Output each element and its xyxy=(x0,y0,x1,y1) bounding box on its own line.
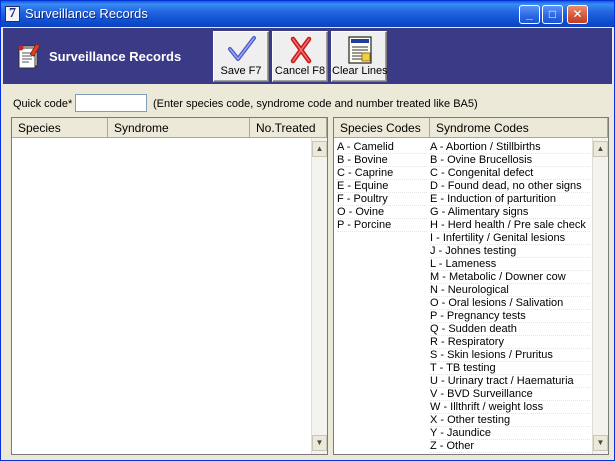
save-button-label: Save F7 xyxy=(220,65,262,77)
species-code-item: E - Equine xyxy=(337,180,427,193)
scroll-down-arrow-icon[interactable]: ▼ xyxy=(312,435,327,451)
header-band: Surveillance Records Save F7 Cancel F8 C… xyxy=(3,28,612,84)
quick-code-label: Quick code* xyxy=(13,98,73,110)
quick-code-hint: (Enter species code, syndrome code and n… xyxy=(153,98,478,110)
syndrome-code-item: L - Lameness xyxy=(430,258,590,271)
main-window: 7 Surveillance Records _ □ ✕ Surveillanc… xyxy=(0,0,615,461)
scroll-up-arrow-icon[interactable]: ▲ xyxy=(312,141,327,157)
x-icon xyxy=(290,36,312,64)
syndrome-code-item: Z - Other xyxy=(430,440,590,453)
syndrome-code-item: B - Ovine Brucellosis xyxy=(430,154,590,167)
species-codes-list: A - Camelid B - Bovine C - Caprine E - Equi… xyxy=(337,141,427,232)
check-icon xyxy=(228,36,256,61)
syndrome-code-item: O - Oral lesions / Salivation xyxy=(430,297,590,310)
clear-lines-button[interactable]: Clear Lines xyxy=(331,31,388,82)
syndrome-codes-list: A - Abortion / Stillbirths B - Ovine Bruc… xyxy=(430,141,590,453)
syndrome-code-item: J - Johnes testing xyxy=(430,245,590,258)
codes-table[interactable]: Species Codes Syndrome Codes A - Camelid… xyxy=(333,117,609,455)
window-title: Surveillance Records xyxy=(25,6,148,21)
records-icon xyxy=(18,43,41,69)
cancel-button[interactable]: Cancel F8 xyxy=(272,31,328,82)
syndrome-code-item: R - Respiratory xyxy=(430,336,590,349)
save-button[interactable]: Save F7 xyxy=(213,31,269,82)
syndrome-code-item: S - Skin lesions / Pruritus xyxy=(430,349,590,362)
syndrome-code-item: G - Alimentary signs xyxy=(430,206,590,219)
species-code-item: F - Poultry xyxy=(337,193,427,206)
syndrome-code-item: I - Infertility / Genital lesions xyxy=(430,232,590,245)
codes-scrollbar[interactable]: ▲ ▼ xyxy=(592,138,608,454)
syndrome-code-item: X - Other testing xyxy=(430,414,590,427)
syndrome-code-item: W - Illthrift / weight loss xyxy=(430,401,590,414)
clear-lines-button-label: Clear Lines xyxy=(332,65,388,77)
species-code-item: O - Ovine xyxy=(337,206,427,219)
app-icon[interactable]: 7 xyxy=(5,6,20,22)
species-code-item: C - Caprine xyxy=(337,167,427,180)
cancel-button-label: Cancel F8 xyxy=(274,65,326,77)
syndrome-code-item: A - Abortion / Stillbirths xyxy=(430,141,590,154)
header-title: Surveillance Records xyxy=(49,49,182,64)
syndrome-code-item: C - Congenital defect xyxy=(430,167,590,180)
close-button[interactable]: ✕ xyxy=(567,5,588,24)
syndrome-code-item: E - Induction of parturition xyxy=(430,193,590,206)
syndrome-code-item: P - Pregnancy tests xyxy=(430,310,590,323)
column-header-syndrome[interactable]: Syndrome xyxy=(108,118,250,138)
syndrome-code-item: T - TB testing xyxy=(430,362,590,375)
syndrome-code-item: V - BVD Surveillance xyxy=(430,388,590,401)
column-header-syndrome-codes[interactable]: Syndrome Codes xyxy=(430,118,608,138)
syndrome-code-item: D - Found dead, no other signs xyxy=(430,180,590,193)
scroll-down-arrow-icon[interactable]: ▼ xyxy=(593,435,608,451)
syndrome-code-item: H - Herd health / Pre sale check xyxy=(430,219,590,232)
syndrome-code-item: N - Neurological xyxy=(430,284,590,297)
records-scrollbar[interactable]: ▲ ▼ xyxy=(311,138,327,454)
maximize-button[interactable]: □ xyxy=(542,5,563,24)
species-code-item: P - Porcine xyxy=(337,219,427,232)
column-header-no-treated[interactable]: No.Treated xyxy=(250,118,327,138)
species-code-item: B - Bovine xyxy=(337,154,427,167)
syndrome-code-item: M - Metabolic / Downer cow xyxy=(430,271,590,284)
clear-lines-icon xyxy=(348,36,372,64)
syndrome-code-item: U - Urinary tract / Haematuria xyxy=(430,375,590,388)
records-table[interactable]: Species Syndrome No.Treated ▲ ▼ xyxy=(11,117,328,455)
scroll-up-arrow-icon[interactable]: ▲ xyxy=(593,141,608,157)
syndrome-code-item: Q - Sudden death xyxy=(430,323,590,336)
column-header-species[interactable]: Species xyxy=(12,118,108,138)
column-header-species-codes[interactable]: Species Codes xyxy=(334,118,430,138)
syndrome-code-item: Y - Jaundice xyxy=(430,427,590,440)
quick-code-input[interactable] xyxy=(75,94,147,112)
species-code-item: A - Camelid xyxy=(337,141,427,154)
minimize-button[interactable]: _ xyxy=(519,5,540,24)
title-bar[interactable]: 7 Surveillance Records _ □ ✕ xyxy=(1,1,614,27)
